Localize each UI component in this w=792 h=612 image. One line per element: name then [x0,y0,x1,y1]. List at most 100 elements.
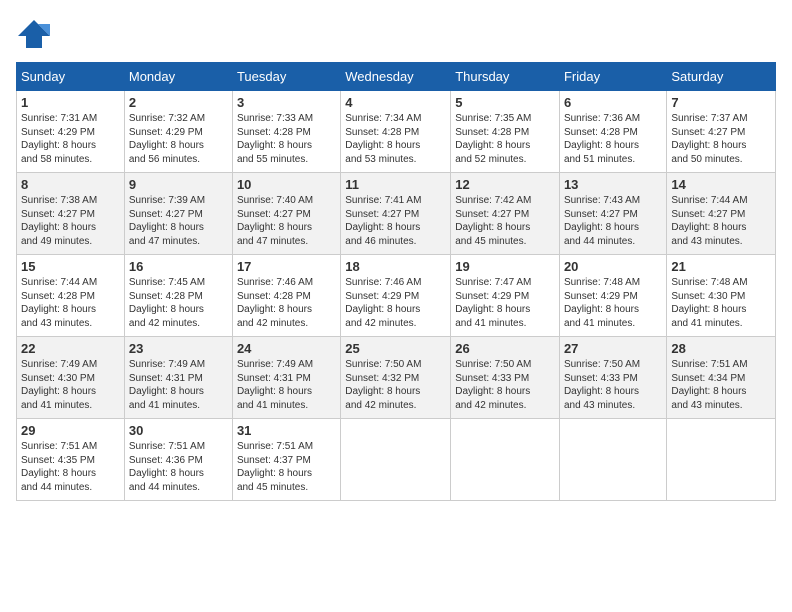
day-number: 23 [129,341,228,356]
day-info: Sunrise: 7:43 AM Sunset: 4:27 PM Dayligh… [564,194,662,248]
calendar-cell: 27 Sunrise: 7:50 AM Sunset: 4:33 PM Dayli… [559,337,666,419]
calendar-table: SundayMondayTuesdayWednesdayThursdayFrid… [16,62,776,501]
calendar-cell [667,419,776,501]
logo-icon [16,16,52,52]
day-number: 31 [237,423,336,438]
calendar-cell: 6Sunrise: 7:36 AM Sunset: 4:28 PM Daylig… [559,91,666,173]
day-number: 22 [21,341,120,356]
day-info: Sunrise: 7:31 AM Sunset: 4:29 PM Dayligh… [21,112,120,166]
page-container: SundayMondayTuesdayWednesdayThursdayFrid… [0,0,792,509]
calendar-week-4: 22 Sunrise: 7:49 AM Sunset: 4:30 PM Dayli… [17,337,776,419]
day-info: Sunrise: 7:51 AM Sunset: 4:37 PM Dayligh… [237,440,336,494]
day-info: Sunrise: 7:48 AM Sunset: 4:30 PM Dayligh… [671,276,771,330]
calendar-header-sunday: Sunday [17,63,125,91]
day-info: Sunrise: 7:50 AM Sunset: 4:33 PM Dayligh… [564,358,662,412]
calendar-header-tuesday: Tuesday [232,63,340,91]
day-info: Sunrise: 7:37 AM Sunset: 4:27 PM Dayligh… [671,112,771,166]
calendar-cell: 2 Sunrise: 7:32 AM Sunset: 4:29 PM Daylig… [124,91,232,173]
calendar-cell: 26Sunrise: 7:50 AM Sunset: 4:33 PM Dayli… [451,337,560,419]
calendar-cell: 21Sunrise: 7:48 AM Sunset: 4:30 PM Dayli… [667,255,776,337]
calendar-cell: 8 Sunrise: 7:38 AM Sunset: 4:27 PM Daylig… [17,173,125,255]
calendar-cell: 20 Sunrise: 7:48 AM Sunset: 4:29 PM Dayli… [559,255,666,337]
day-number: 6 [564,95,662,110]
calendar-cell: 30 Sunrise: 7:51 AM Sunset: 4:36 PM Dayli… [124,419,232,501]
calendar-cell: 24 Sunrise: 7:49 AM Sunset: 4:31 PM Dayli… [232,337,340,419]
calendar-cell: 28Sunrise: 7:51 AM Sunset: 4:34 PM Dayli… [667,337,776,419]
day-info: Sunrise: 7:45 AM Sunset: 4:28 PM Dayligh… [129,276,228,330]
day-number: 5 [455,95,555,110]
calendar-cell: 22 Sunrise: 7:49 AM Sunset: 4:30 PM Dayli… [17,337,125,419]
day-number: 8 [21,177,120,192]
day-number: 7 [671,95,771,110]
header [16,16,776,52]
day-number: 9 [129,177,228,192]
day-number: 1 [21,95,120,110]
day-info: Sunrise: 7:49 AM Sunset: 4:31 PM Dayligh… [129,358,228,412]
day-info: Sunrise: 7:35 AM Sunset: 4:28 PM Dayligh… [455,112,555,166]
calendar-header-thursday: Thursday [451,63,560,91]
calendar-cell: 7 Sunrise: 7:37 AM Sunset: 4:27 PM Daylig… [667,91,776,173]
day-info: Sunrise: 7:33 AM Sunset: 4:28 PM Dayligh… [237,112,336,166]
calendar-week-5: 29Sunrise: 7:51 AM Sunset: 4:35 PM Dayli… [17,419,776,501]
day-number: 3 [237,95,336,110]
day-number: 2 [129,95,228,110]
calendar-cell: 31 Sunrise: 7:51 AM Sunset: 4:37 PM Dayli… [232,419,340,501]
day-number: 20 [564,259,662,274]
day-number: 13 [564,177,662,192]
calendar-header-friday: Friday [559,63,666,91]
logo [16,16,56,52]
day-info: Sunrise: 7:50 AM Sunset: 4:32 PM Dayligh… [345,358,446,412]
calendar-cell: 4Sunrise: 7:34 AM Sunset: 4:28 PM Daylig… [341,91,451,173]
day-info: Sunrise: 7:46 AM Sunset: 4:29 PM Dayligh… [345,276,446,330]
calendar-week-3: 15 Sunrise: 7:44 AM Sunset: 4:28 PM Dayli… [17,255,776,337]
day-number: 19 [455,259,555,274]
day-info: Sunrise: 7:38 AM Sunset: 4:27 PM Dayligh… [21,194,120,248]
day-info: Sunrise: 7:49 AM Sunset: 4:30 PM Dayligh… [21,358,120,412]
calendar-cell: 25 Sunrise: 7:50 AM Sunset: 4:32 PM Dayli… [341,337,451,419]
calendar-cell: 23 Sunrise: 7:49 AM Sunset: 4:31 PM Dayli… [124,337,232,419]
calendar-cell: 15 Sunrise: 7:44 AM Sunset: 4:28 PM Dayli… [17,255,125,337]
day-number: 18 [345,259,446,274]
calendar-cell: 18 Sunrise: 7:46 AM Sunset: 4:29 PM Dayli… [341,255,451,337]
calendar-cell [341,419,451,501]
day-info: Sunrise: 7:51 AM Sunset: 4:34 PM Dayligh… [671,358,771,412]
day-number: 11 [345,177,446,192]
day-number: 16 [129,259,228,274]
calendar-cell: 29Sunrise: 7:51 AM Sunset: 4:35 PM Dayli… [17,419,125,501]
day-number: 17 [237,259,336,274]
calendar-cell: 14Sunrise: 7:44 AM Sunset: 4:27 PM Dayli… [667,173,776,255]
day-info: Sunrise: 7:46 AM Sunset: 4:28 PM Dayligh… [237,276,336,330]
day-info: Sunrise: 7:42 AM Sunset: 4:27 PM Dayligh… [455,194,555,248]
calendar-cell: 16 Sunrise: 7:45 AM Sunset: 4:28 PM Dayli… [124,255,232,337]
calendar-cell [559,419,666,501]
day-number: 15 [21,259,120,274]
day-info: Sunrise: 7:40 AM Sunset: 4:27 PM Dayligh… [237,194,336,248]
calendar-header-saturday: Saturday [667,63,776,91]
calendar-cell: 19Sunrise: 7:47 AM Sunset: 4:29 PM Dayli… [451,255,560,337]
day-info: Sunrise: 7:44 AM Sunset: 4:27 PM Dayligh… [671,194,771,248]
day-info: Sunrise: 7:48 AM Sunset: 4:29 PM Dayligh… [564,276,662,330]
calendar-header-monday: Monday [124,63,232,91]
calendar-cell: 10 Sunrise: 7:40 AM Sunset: 4:27 PM Dayli… [232,173,340,255]
calendar-week-2: 8 Sunrise: 7:38 AM Sunset: 4:27 PM Daylig… [17,173,776,255]
calendar-cell: 3 Sunrise: 7:33 AM Sunset: 4:28 PM Daylig… [232,91,340,173]
day-number: 30 [129,423,228,438]
day-info: Sunrise: 7:41 AM Sunset: 4:27 PM Dayligh… [345,194,446,248]
day-number: 12 [455,177,555,192]
day-info: Sunrise: 7:49 AM Sunset: 4:31 PM Dayligh… [237,358,336,412]
day-number: 24 [237,341,336,356]
day-info: Sunrise: 7:32 AM Sunset: 4:29 PM Dayligh… [129,112,228,166]
day-info: Sunrise: 7:44 AM Sunset: 4:28 PM Dayligh… [21,276,120,330]
calendar-cell: 12 Sunrise: 7:42 AM Sunset: 4:27 PM Dayli… [451,173,560,255]
calendar-cell: 13 Sunrise: 7:43 AM Sunset: 4:27 PM Dayli… [559,173,666,255]
day-info: Sunrise: 7:34 AM Sunset: 4:28 PM Dayligh… [345,112,446,166]
day-info: Sunrise: 7:39 AM Sunset: 4:27 PM Dayligh… [129,194,228,248]
day-info: Sunrise: 7:50 AM Sunset: 4:33 PM Dayligh… [455,358,555,412]
day-number: 27 [564,341,662,356]
calendar-cell: 17 Sunrise: 7:46 AM Sunset: 4:28 PM Dayli… [232,255,340,337]
calendar-cell: 1 Sunrise: 7:31 AM Sunset: 4:29 PM Daylig… [17,91,125,173]
calendar-cell [451,419,560,501]
day-info: Sunrise: 7:51 AM Sunset: 4:36 PM Dayligh… [129,440,228,494]
day-number: 10 [237,177,336,192]
day-number: 25 [345,341,446,356]
